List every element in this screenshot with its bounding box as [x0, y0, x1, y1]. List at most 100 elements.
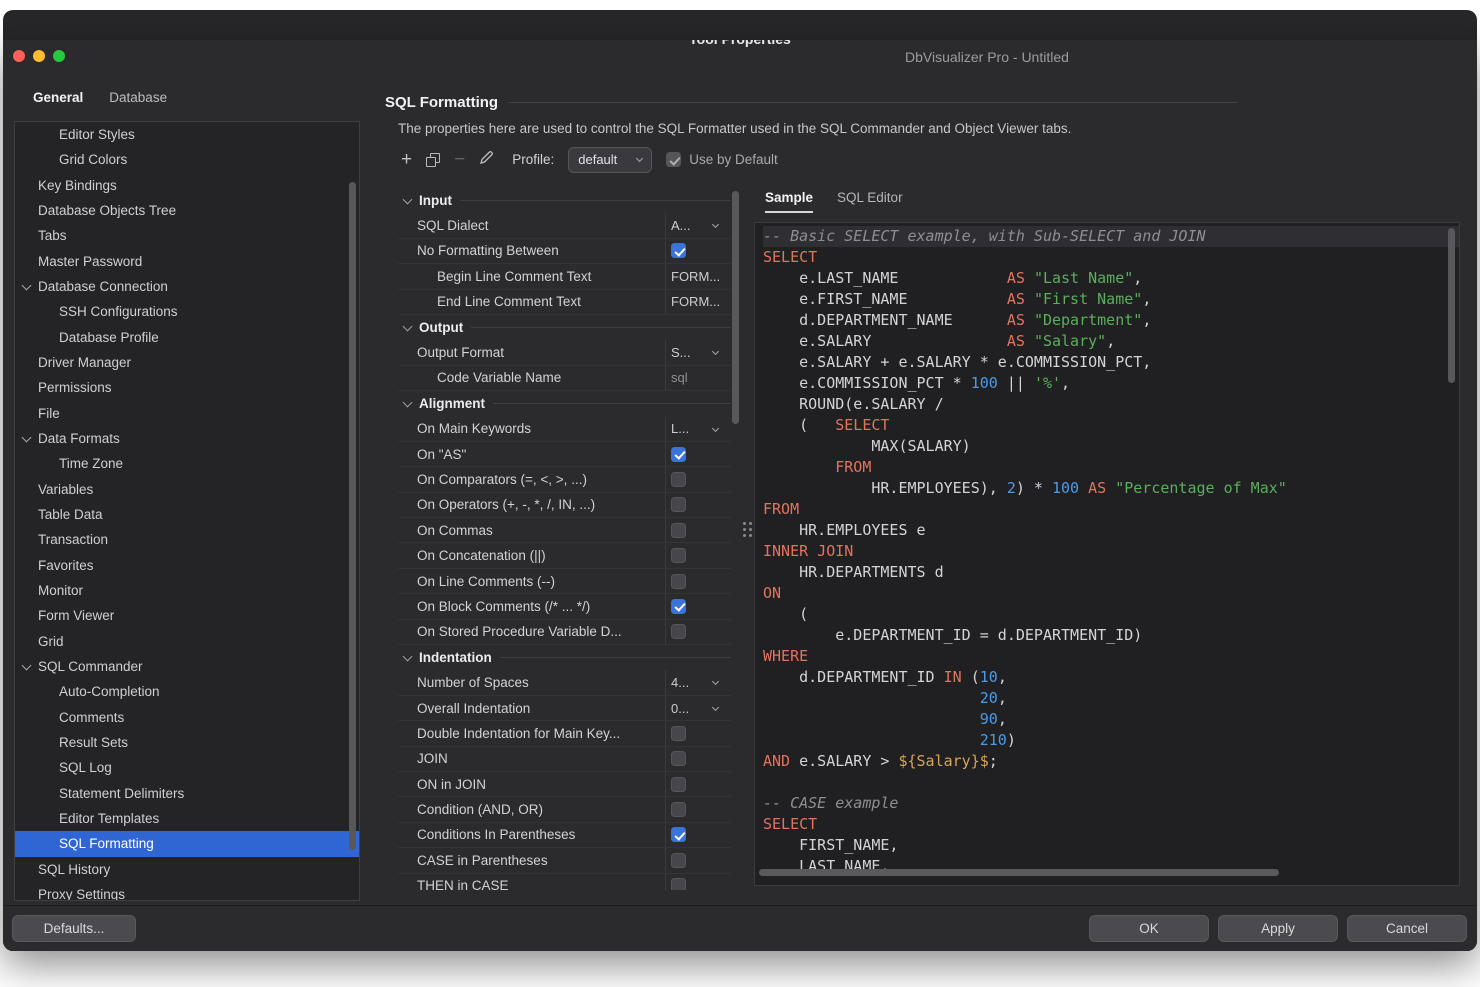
use-by-default-checkbox[interactable] — [666, 152, 681, 167]
tree-item-label: Proxy Settings — [38, 887, 125, 901]
setting-text-cell[interactable]: sql — [665, 366, 731, 390]
checkbox[interactable] — [671, 243, 686, 258]
chevron-down-icon[interactable] — [22, 660, 32, 670]
tree-item-proxy-settings[interactable]: Proxy Settings — [15, 882, 359, 901]
checkbox[interactable] — [671, 497, 686, 512]
tab-database[interactable]: Database — [109, 90, 167, 105]
checkbox[interactable] — [671, 777, 686, 792]
checkbox[interactable] — [671, 802, 686, 817]
tab-sql-editor[interactable]: SQL Editor — [837, 190, 903, 211]
zoom-button[interactable] — [53, 50, 65, 62]
tree-item-file[interactable]: File — [15, 401, 359, 426]
setting-text-cell[interactable]: FORM... — [665, 290, 731, 314]
tree-item-auto-completion[interactable]: Auto-Completion — [15, 679, 359, 704]
tree-item-variables[interactable]: Variables — [15, 477, 359, 502]
titlebar: DbVisualizer Pro - Untitled — [3, 40, 1477, 74]
tree-item-time-zone[interactable]: Time Zone — [15, 451, 359, 476]
checkbox[interactable] — [671, 599, 686, 614]
tree-item-database-objects-tree[interactable]: Database Objects Tree — [15, 198, 359, 223]
tree-item-table-data[interactable]: Table Data — [15, 502, 359, 527]
setting-dropdown[interactable]: S... — [665, 340, 731, 364]
defaults-button[interactable]: Defaults... — [12, 915, 136, 942]
minimize-button[interactable] — [33, 50, 45, 62]
tree-item-grid-colors[interactable]: Grid Colors — [15, 147, 359, 172]
tab-sample[interactable]: Sample — [765, 190, 813, 213]
tree-item-sql-history[interactable]: SQL History — [15, 857, 359, 882]
tree-item-grid[interactable]: Grid — [15, 629, 359, 654]
tree-item-sql-formatting[interactable]: SQL Formatting — [15, 831, 359, 856]
tree-item-permissions[interactable]: Permissions — [15, 375, 359, 400]
duplicate-profile-icon[interactable] — [426, 153, 440, 167]
edit-profile-icon[interactable] — [479, 150, 494, 169]
profile-dropdown[interactable]: default — [568, 147, 652, 173]
left-panel: General Database Editor StylesGrid Color… — [3, 74, 375, 905]
code-line: 210) — [763, 730, 1459, 751]
checkbox[interactable] — [671, 726, 686, 741]
tree-item-key-bindings[interactable]: Key Bindings — [15, 173, 359, 198]
setting-checkbox-cell — [665, 874, 731, 890]
checkbox[interactable] — [671, 827, 686, 842]
tree-item-form-viewer[interactable]: Form Viewer — [15, 603, 359, 628]
checkbox[interactable] — [671, 574, 686, 589]
tree-item-transaction[interactable]: Transaction — [15, 527, 359, 552]
ok-button[interactable]: OK — [1089, 915, 1209, 942]
checkbox[interactable] — [671, 751, 686, 766]
setting-row-on-main-keywords: On Main KeywordsL... — [398, 417, 731, 442]
splitter-handle[interactable] — [743, 522, 752, 537]
setting-text-cell[interactable]: FORM... — [665, 264, 731, 288]
tree-item-master-password[interactable]: Master Password — [15, 249, 359, 274]
cancel-button[interactable]: Cancel — [1347, 915, 1467, 942]
section-header-alignment[interactable]: Alignment — [398, 391, 740, 416]
tree-item-comments[interactable]: Comments — [15, 705, 359, 730]
add-profile-icon[interactable]: + — [401, 150, 412, 169]
tree-item-sql-commander[interactable]: SQL Commander — [15, 654, 359, 679]
profile-dropdown-value: default — [578, 152, 617, 167]
code-line: e.SALARY AS "Salary", — [763, 331, 1459, 352]
setting-dropdown[interactable]: 0... — [665, 696, 731, 720]
remove-profile-icon[interactable]: − — [454, 150, 465, 169]
tree-scrollbar[interactable] — [349, 182, 356, 850]
tree-item-editor-styles[interactable]: Editor Styles — [15, 122, 359, 147]
checkbox[interactable] — [671, 624, 686, 639]
section-header-indentation[interactable]: Indentation — [398, 645, 740, 670]
tree-item-ssh-configurations[interactable]: SSH Configurations — [15, 299, 359, 324]
tree-item-database-connection[interactable]: Database Connection — [15, 274, 359, 299]
setting-row-overall-indentation: Overall Indentation0... — [398, 696, 731, 721]
tab-general[interactable]: General — [33, 90, 83, 105]
chevron-down-icon[interactable] — [22, 432, 32, 442]
tree-item-database-profile[interactable]: Database Profile — [15, 325, 359, 350]
setting-label: On Concatenation (||) — [398, 543, 665, 567]
apply-button[interactable]: Apply — [1218, 915, 1338, 942]
tree-item-monitor[interactable]: Monitor — [15, 578, 359, 603]
checkbox[interactable] — [671, 853, 686, 868]
code-vertical-scrollbar[interactable] — [1448, 228, 1455, 383]
tree-item-sql-log[interactable]: SQL Log — [15, 755, 359, 780]
chevron-down-icon[interactable] — [22, 281, 32, 291]
tree-item-editor-templates[interactable]: Editor Templates — [15, 806, 359, 831]
setting-row-double-indentation-for-main-key: Double Indentation for Main Key... — [398, 721, 731, 746]
settings-scrollbar[interactable] — [732, 191, 739, 424]
tree-item-result-sets[interactable]: Result Sets — [15, 730, 359, 755]
checkbox[interactable] — [671, 447, 686, 462]
tree-item-driver-manager[interactable]: Driver Manager — [15, 350, 359, 375]
checkbox[interactable] — [671, 548, 686, 563]
tree-item-statement-delimiters[interactable]: Statement Delimiters — [15, 781, 359, 806]
profile-label: Profile: — [512, 152, 554, 167]
section-header-output[interactable]: Output — [398, 315, 740, 340]
checkbox[interactable] — [671, 523, 686, 538]
tree-item-data-formats[interactable]: Data Formats — [15, 426, 359, 451]
close-button[interactable] — [13, 50, 25, 62]
tree-item-favorites[interactable]: Favorites — [15, 553, 359, 578]
section-header-input[interactable]: Input — [398, 188, 740, 213]
checkbox[interactable] — [671, 472, 686, 487]
checkbox[interactable] — [671, 878, 686, 890]
description-text: The properties here are used to control … — [398, 121, 1071, 136]
setting-dropdown[interactable]: L... — [665, 417, 731, 441]
setting-label: On Line Comments (--) — [398, 569, 665, 593]
setting-dropdown[interactable]: A... — [665, 213, 731, 237]
setting-label: CASE in Parentheses — [398, 848, 665, 872]
code-horizontal-scrollbar[interactable] — [759, 869, 1279, 876]
tree-item-tabs[interactable]: Tabs — [15, 223, 359, 248]
setting-dropdown[interactable]: 4... — [665, 670, 731, 694]
setting-value: sql — [671, 370, 688, 385]
